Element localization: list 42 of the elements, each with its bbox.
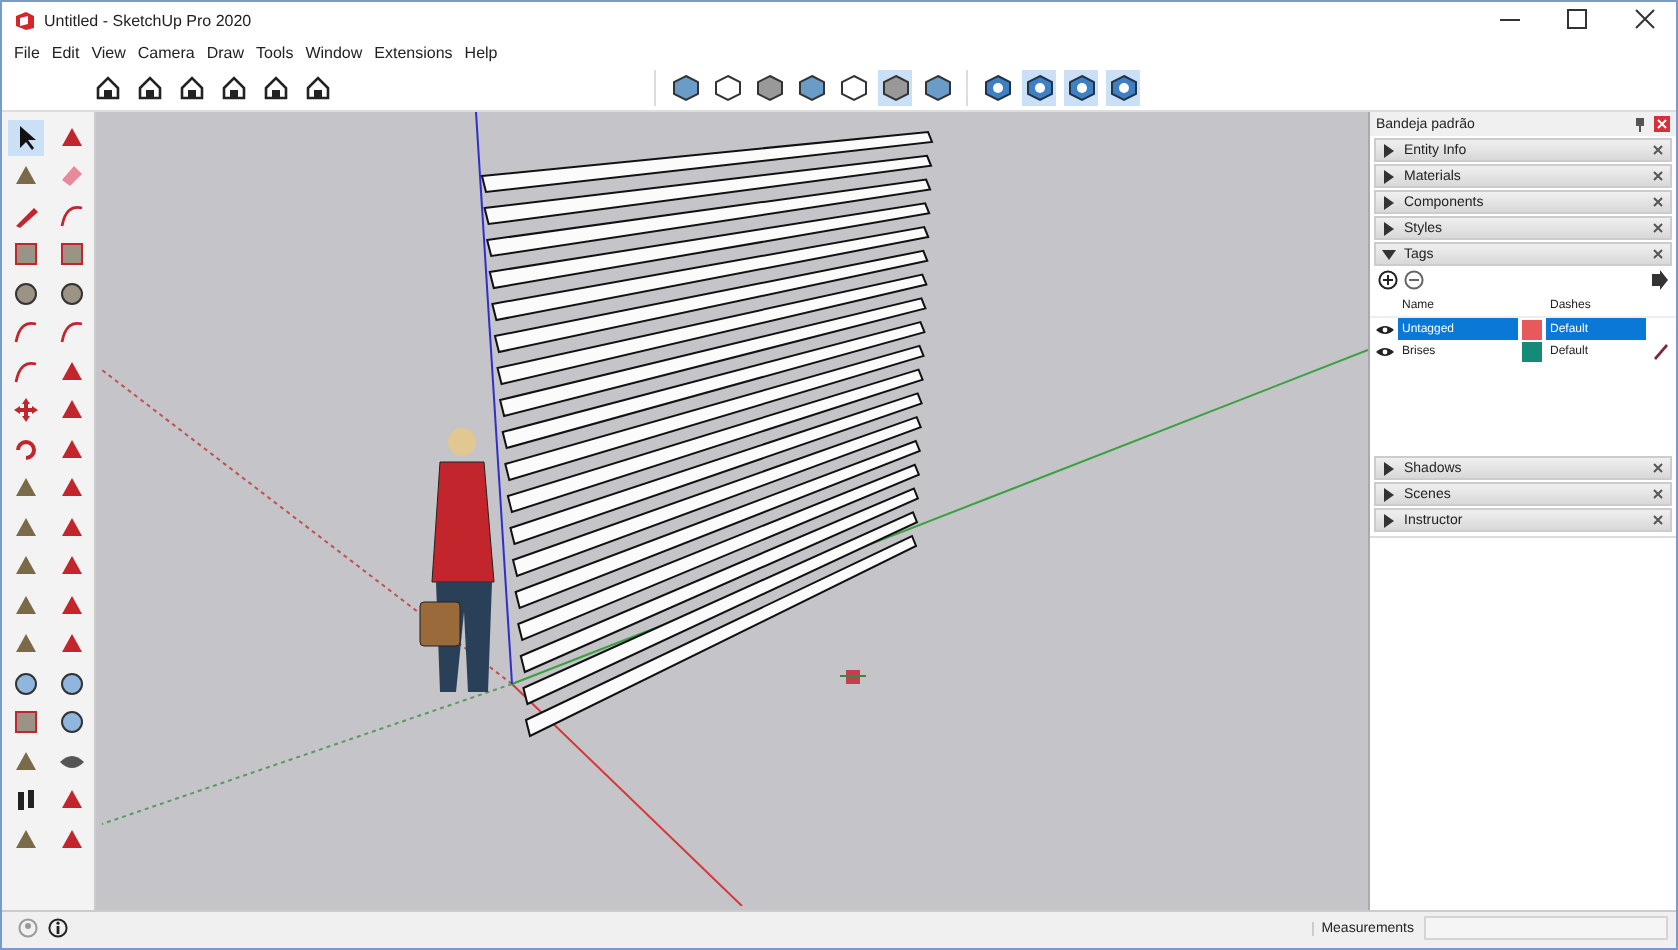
menu-item[interactable]: File: [14, 43, 40, 61]
close-icon[interactable]: [1652, 514, 1664, 526]
info-icon[interactable]: [48, 918, 68, 938]
menu-item[interactable]: Draw: [206, 43, 245, 61]
window-title: Untitled - SketchUp Pro 2020: [44, 11, 252, 29]
close-icon[interactable]: [1652, 144, 1664, 156]
cube-style-icon[interactable]: [920, 70, 954, 106]
close-icon[interactable]: [1652, 222, 1664, 234]
cube-style-icon[interactable]: [836, 70, 870, 106]
menu-item[interactable]: Camera: [137, 43, 195, 61]
menu-item[interactable]: Edit: [51, 43, 80, 61]
menu-item[interactable]: Tools: [256, 43, 294, 61]
cube-style-icon[interactable]: [878, 70, 912, 106]
close-icon[interactable]: [1652, 488, 1664, 500]
eye-icon[interactable]: [1375, 345, 1393, 357]
menu-item[interactable]: Window: [305, 43, 363, 61]
cube-style-icon[interactable]: [668, 70, 702, 106]
tag-color-swatch[interactable]: [1522, 319, 1542, 339]
details-arrow-icon[interactable]: [1650, 270, 1668, 290]
close-icon[interactable]: [1652, 462, 1664, 474]
cube-style-icon[interactable]: [752, 70, 786, 106]
eye-icon[interactable]: [1375, 323, 1393, 335]
pin-icon[interactable]: [1632, 116, 1648, 132]
camera-cube-icon[interactable]: [1064, 70, 1098, 106]
tag-color-swatch[interactable]: [1522, 341, 1542, 361]
add-tag-icon[interactable]: [1378, 270, 1398, 290]
menu-item[interactable]: Help: [464, 43, 498, 61]
camera-cube-icon[interactable]: [1022, 70, 1056, 106]
close-icon[interactable]: [1652, 248, 1664, 260]
small-marker-icon: [839, 670, 867, 684]
close-icon[interactable]: [1652, 170, 1664, 182]
menu-item[interactable]: Extensions: [374, 43, 453, 61]
close-icon[interactable]: [1652, 196, 1664, 208]
app-logo-icon: [14, 9, 36, 31]
cube-style-icon[interactable]: [794, 70, 828, 106]
menu-item[interactable]: View: [91, 43, 126, 61]
camera-cube-icon[interactable]: [1106, 70, 1140, 106]
camera-cube-icon[interactable]: [980, 70, 1014, 106]
remove-tag-icon[interactable]: [1404, 270, 1424, 290]
model-viewport[interactable]: [96, 112, 1368, 910]
measurements-field[interactable]: [1424, 916, 1668, 940]
cube-style-icon[interactable]: [710, 70, 744, 106]
